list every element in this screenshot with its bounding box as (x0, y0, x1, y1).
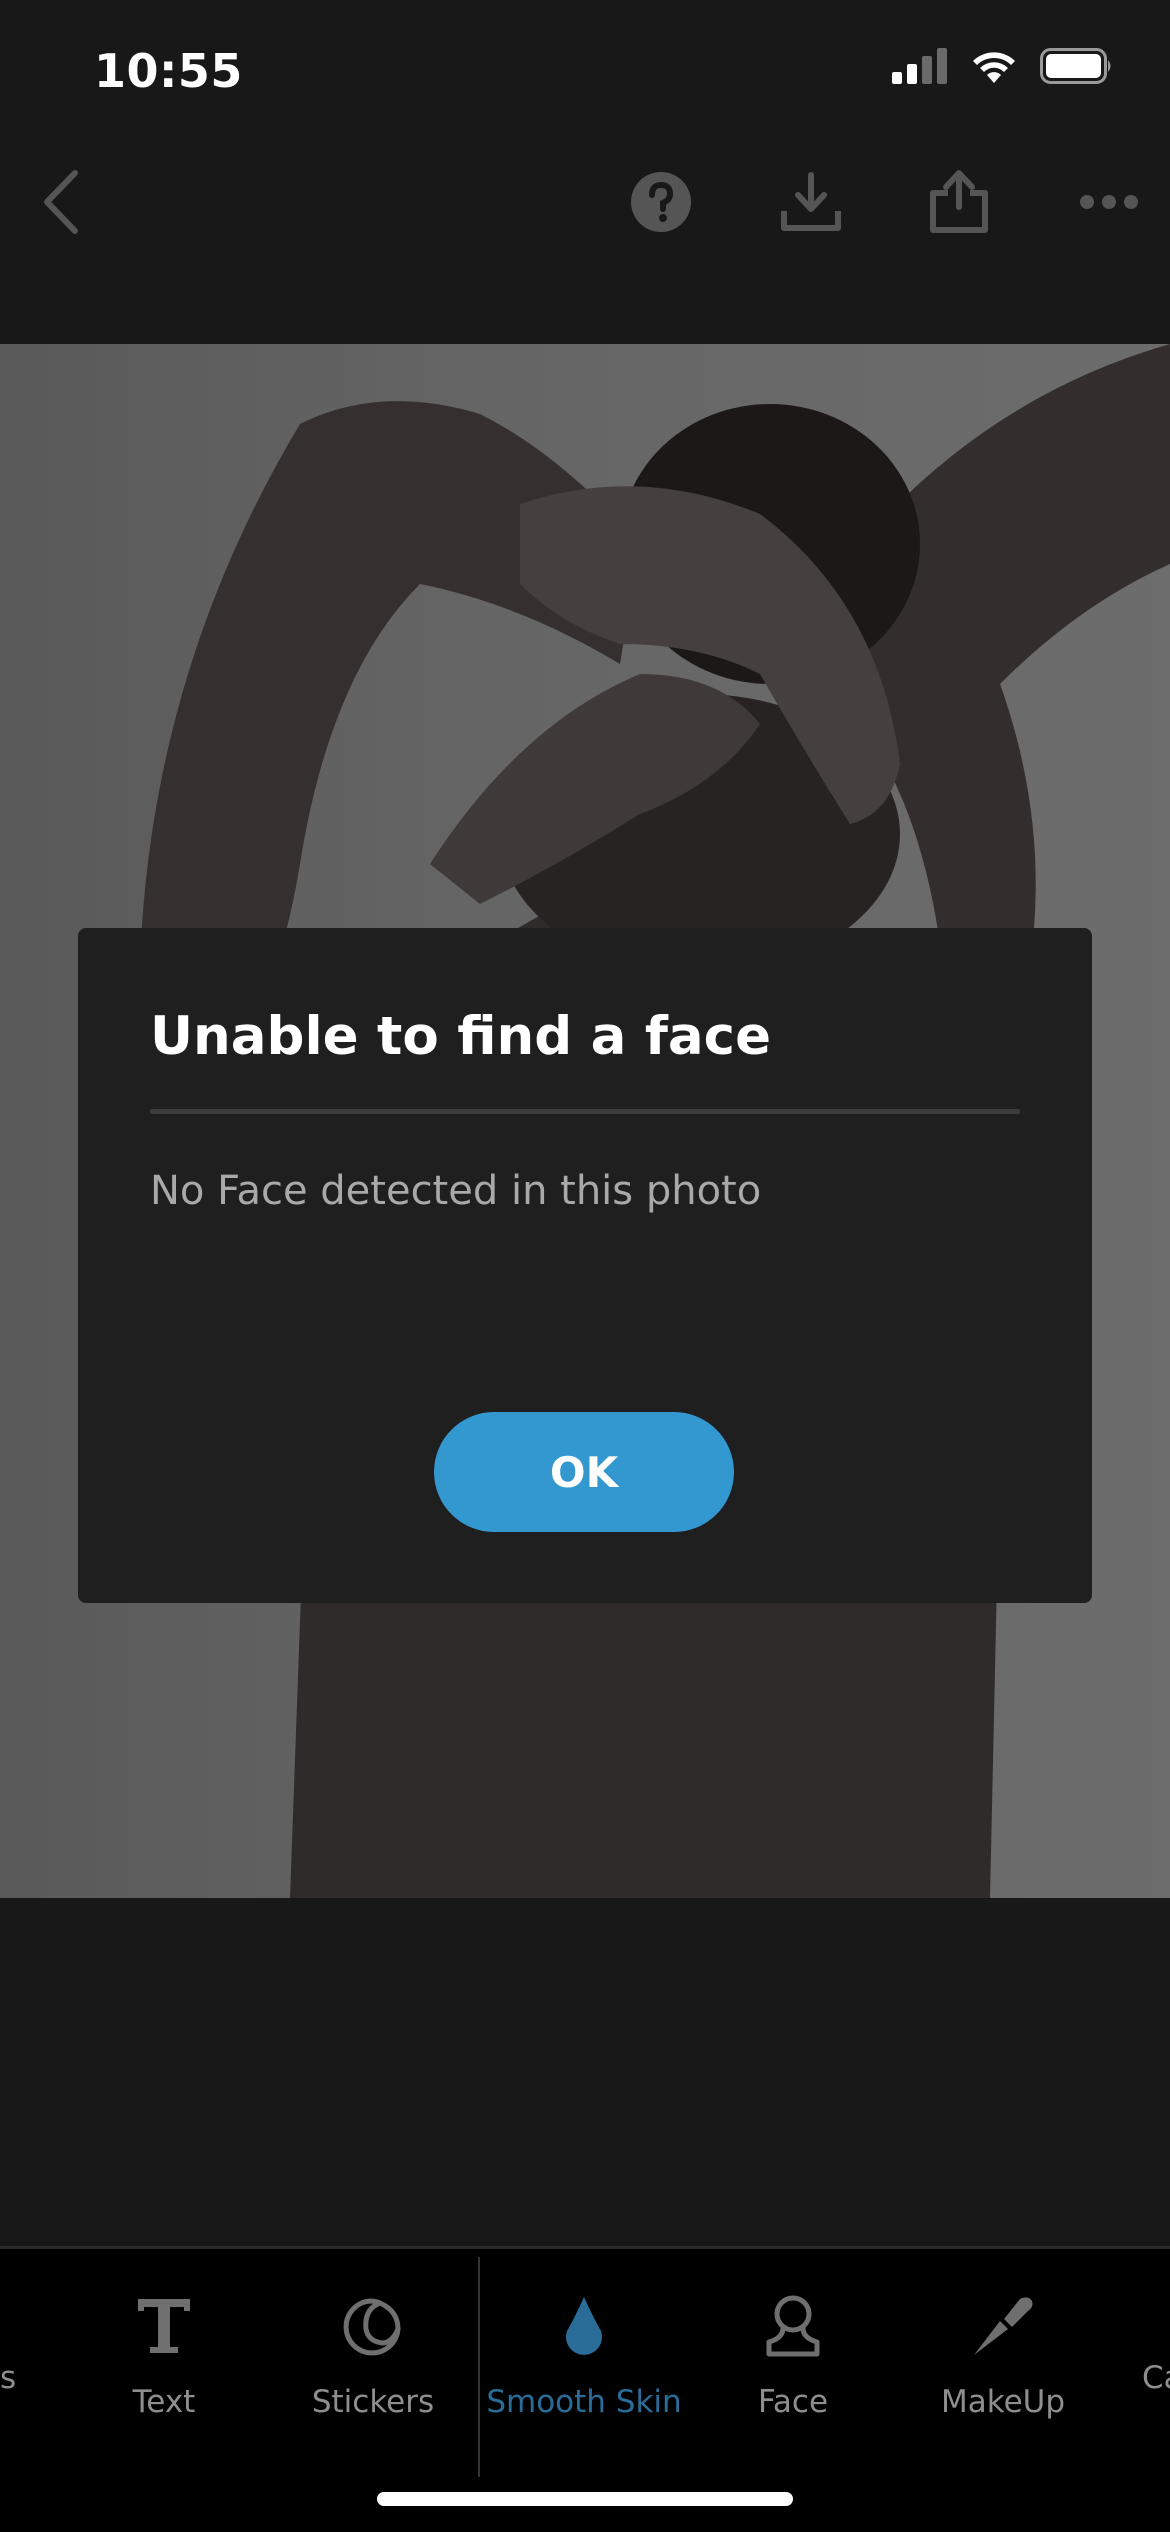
help-button[interactable] (616, 157, 706, 247)
back-button-area[interactable] (16, 157, 106, 247)
download-button[interactable] (766, 157, 856, 247)
tool-makeup[interactable]: MakeUp (903, 2286, 1103, 2456)
dialog-message: No Face detected in this photo (150, 1168, 762, 1214)
share-icon (930, 170, 988, 233)
tool-smooth-skin[interactable]: Smooth Skin (484, 2286, 684, 2456)
wifi-icon (973, 52, 1015, 83)
help-icon (631, 172, 691, 232)
dialog-title: Unable to find a face (150, 1006, 772, 1067)
tool-stickers-label: Stickers (311, 2384, 435, 2420)
text-icon (138, 2299, 190, 2353)
tool-partial-left-label[interactable]: s (0, 2360, 16, 2396)
status-time: 10:55 (94, 44, 243, 98)
cellular-signal-icon (892, 48, 947, 84)
tool-text[interactable]: Text (64, 2286, 264, 2456)
tool-separator (478, 2257, 480, 2477)
status-icons (892, 48, 1114, 84)
tool-face[interactable]: Face (693, 2286, 893, 2456)
drop-icon (566, 2297, 602, 2355)
brush-icon (974, 2297, 1033, 2355)
tool-makeup-label: MakeUp (940, 2384, 1066, 2420)
home-indicator (377, 2492, 793, 2506)
tool-stickers[interactable]: Stickers (273, 2286, 473, 2456)
tool-face-label: Face (757, 2384, 829, 2420)
share-button[interactable] (914, 157, 1004, 247)
dialog-divider (150, 1109, 1020, 1114)
status-bar: 10:55 (0, 0, 1170, 150)
tool-text-label: Text (132, 2384, 196, 2420)
editor-header (0, 150, 1170, 345)
download-icon (781, 172, 841, 231)
battery-icon (1040, 48, 1111, 84)
alert-dialog: Unable to find a face No Face detected i… (78, 928, 1092, 1603)
more-options-button[interactable] (1064, 157, 1154, 247)
tool-smooth-skin-label: Smooth Skin (486, 2384, 682, 2420)
tool-partial-right-label[interactable]: Ca (1142, 2360, 1170, 2396)
chevron-left-icon (44, 170, 78, 234)
sticker-icon (343, 2298, 401, 2356)
ok-button[interactable]: OK (434, 1412, 734, 1532)
face-icon (766, 2295, 820, 2357)
more-horizontal-icon (1080, 195, 1138, 209)
